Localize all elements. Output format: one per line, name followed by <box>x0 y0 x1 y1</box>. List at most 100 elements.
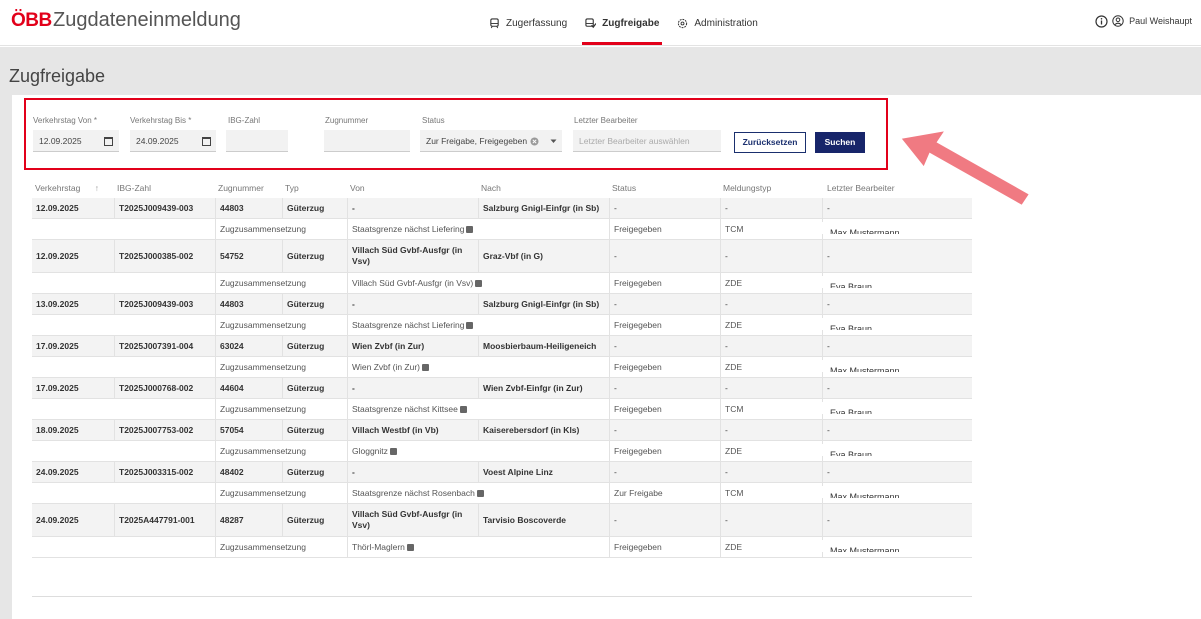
document-icon[interactable] <box>466 321 474 329</box>
cell-meldungstyp: - <box>720 294 822 314</box>
cell-zugzusammensetzung: Zugzusammensetzung <box>215 357 347 377</box>
col-nach[interactable]: Nach <box>481 183 501 193</box>
cell-zugnummer: 63024 <box>215 336 282 356</box>
calendar-icon[interactable] <box>202 137 211 146</box>
cell-empty <box>32 483 215 503</box>
nav-label: Zugfreigabe <box>602 17 660 29</box>
cell-meldungstyp: - <box>720 378 822 398</box>
table-row[interactable]: 18.09.2025 T2025J007753-002 57054 Güterzug V… <box>32 420 972 441</box>
cell-ibg: T2025J003315-002 <box>114 462 215 482</box>
cell-von: Villach Süd Gvbf-Ausfgr (in Vsv) <box>347 273 609 293</box>
cell-empty <box>32 537 215 557</box>
ibg-input[interactable] <box>226 130 288 152</box>
cell-zugzusammensetzung: Zugzusammensetzung <box>215 483 347 503</box>
col-ibg[interactable]: IBG-Zahl <box>117 183 151 193</box>
cell-meldungstyp: ZDE <box>720 537 822 557</box>
cell-von: Wien Zvbf (in Zur) <box>347 357 609 377</box>
divider <box>32 596 972 597</box>
obb-logo[interactable]: ÖBB <box>11 10 52 32</box>
document-icon[interactable] <box>475 279 483 287</box>
cell-nach: Moosbierbaum-Heiligeneich <box>478 336 609 356</box>
cell-status: Freigegeben <box>609 273 720 293</box>
cell-von: - <box>347 198 478 218</box>
cell-von: Staatsgrenze nächst Liefering <box>347 315 609 335</box>
cell-status: Freigegeben <box>609 441 720 461</box>
sort-asc-icon[interactable]: ↑ <box>95 183 99 193</box>
cell-status-text: Zur Freigabe <box>614 487 663 498</box>
table-row[interactable]: 17.09.2025 T2025J007391-004 63024 Güterzug W… <box>32 336 972 357</box>
document-icon[interactable] <box>422 363 430 371</box>
table-row[interactable]: 24.09.2025 T2025J003315-002 48402 Güterzug -… <box>32 462 972 483</box>
cell-zugzusammensetzung: Zugzusammensetzung <box>215 441 347 461</box>
page-title: Zugfreigabe <box>9 66 106 86</box>
table-row[interactable]: 12.09.2025 T2025J000385-002 54752 Güterzug V… <box>32 240 972 273</box>
cell-nach: Salzburg Gnigl-Einfgr (in Sb) <box>478 198 609 218</box>
bis-label: Verkehrstag Bis * <box>130 116 192 125</box>
col-zugnummer[interactable]: Zugnummer <box>218 183 264 193</box>
cell-typ: Güterzug <box>282 294 347 314</box>
gear-icon <box>678 18 688 28</box>
reset-button[interactable]: Zurücksetzen <box>734 132 806 153</box>
train-icon <box>490 17 499 28</box>
chevron-down-icon[interactable] <box>550 139 557 144</box>
cell-meldungstyp-text: ZDE <box>725 277 742 288</box>
cell-meldungstyp: ZDE <box>720 357 822 377</box>
bearbeiter-name: Eva Braun <box>822 402 972 414</box>
status-select[interactable]: Zur Freigabe, Freigegeben <box>420 130 562 152</box>
nav-zugfreigabe[interactable]: Zugfreigabe <box>576 0 668 46</box>
table-row[interactable]: 17.09.2025 T2025J000768-002 44604 Güterzug -… <box>32 378 972 399</box>
bearbeiter-name: Eva Braun <box>822 444 972 456</box>
cell-nach: Wien Zvbf-Einfgr (in Zur) <box>478 378 609 398</box>
cell-meldungstyp: TCM <box>720 399 822 419</box>
cell-status: Freigegeben <box>609 537 720 557</box>
nav-zugerfassung[interactable]: Zugerfassung <box>480 0 576 46</box>
nav-administration[interactable]: Administration <box>668 0 766 46</box>
bearbeiter-name: Eva Braun <box>822 318 972 330</box>
cell-zugzusammensetzung: Zugzusammensetzung <box>215 219 347 239</box>
document-icon[interactable] <box>459 405 467 413</box>
cell-verkehrstag: 17.09.2025 <box>36 382 79 393</box>
cell-status: - <box>609 462 720 482</box>
document-icon[interactable] <box>406 543 414 551</box>
document-icon[interactable] <box>476 489 484 497</box>
cell-empty <box>32 219 215 239</box>
calendar-icon[interactable] <box>104 137 113 146</box>
document-icon[interactable] <box>389 447 397 455</box>
cell-zugzusammensetzung-text: Zugzusammensetzung <box>220 403 306 414</box>
cell-zugzusammensetzung-text: Zugzusammensetzung <box>220 361 306 372</box>
cell-zugnummer: 48402 <box>215 462 282 482</box>
cell-meldungstyp-text: ZDE <box>725 445 742 456</box>
cell-ibg: T2025J007753-002 <box>114 420 215 440</box>
cell-zugzusammensetzung-text: Zugzusammensetzung <box>220 445 306 456</box>
user-menu[interactable]: Paul Weishaupt <box>1112 15 1192 27</box>
col-typ[interactable]: Typ <box>285 183 299 193</box>
cell-verkehrstag: 17.09.2025 <box>36 340 79 351</box>
cell-typ: Güterzug <box>282 462 347 482</box>
table-row[interactable]: 13.09.2025 T2025J009439-003 44803 Güterzug -… <box>32 294 972 315</box>
col-meldungstyp[interactable]: Meldungstyp <box>723 183 771 193</box>
cell-status: - <box>609 240 720 272</box>
cell-status-text: Freigegeben <box>614 445 662 456</box>
table-row[interactable]: 24.09.2025 T2025A447791-001 48287 Güterzug V… <box>32 504 972 537</box>
cell-empty <box>32 315 215 335</box>
col-status[interactable]: Status <box>612 183 636 193</box>
cell-von: - <box>347 378 478 398</box>
info-icon[interactable] <box>1095 15 1108 28</box>
cell-meldungstyp-text: ZDE <box>725 319 742 330</box>
cell-verkehrstag: 24.09.2025 <box>36 514 79 525</box>
col-von[interactable]: Von <box>350 183 365 193</box>
cell-bearbeiter: - <box>822 336 972 356</box>
cell-verkehrstag: 18.09.2025 <box>36 424 79 435</box>
zugnummer-input[interactable] <box>324 130 410 152</box>
cell-von: Wien Zvbf (in Zur) <box>347 336 478 356</box>
document-icon[interactable] <box>466 225 474 233</box>
col-bearbeiter[interactable]: Letzter Bearbeiter <box>827 183 895 193</box>
search-button[interactable]: Suchen <box>815 132 865 153</box>
cell-meldungstyp: ZDE <box>720 273 822 293</box>
cell-ibg: T2025J007391-004 <box>114 336 215 356</box>
clear-icon[interactable] <box>530 137 539 146</box>
cell-von-text: Staatsgrenze nächst Liefering <box>352 223 465 234</box>
bearbeiter-select[interactable]: Letzter Bearbeiter auswählen <box>573 130 721 152</box>
table-row[interactable]: 12.09.2025 T2025J009439-003 44803 Güterzug -… <box>32 198 972 219</box>
col-verkehrstag[interactable]: Verkehrstag ↑ <box>35 183 99 193</box>
